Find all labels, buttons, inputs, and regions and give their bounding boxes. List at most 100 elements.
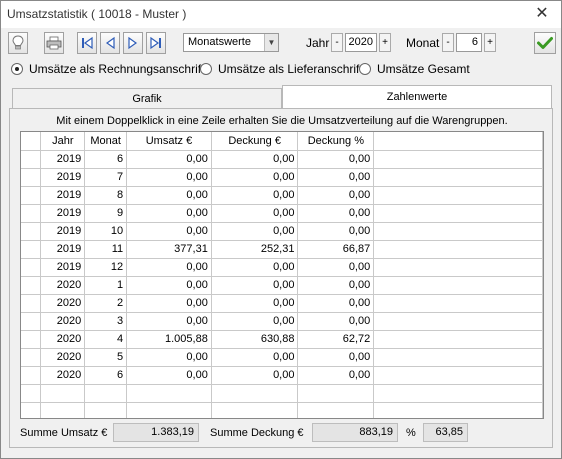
confirm-button[interactable] [534, 32, 556, 54]
radio-selected-icon [11, 63, 23, 75]
table-cell [40, 384, 86, 403]
table-cell-empty [373, 186, 543, 205]
table-cell: 0,00 [211, 366, 299, 385]
row-indicator[interactable] [21, 402, 42, 418]
table-cell: 0,00 [126, 348, 212, 367]
year-increment-button[interactable]: + [379, 33, 391, 52]
row-indicator[interactable] [21, 186, 42, 205]
print-button[interactable] [44, 32, 64, 54]
table-row[interactable]: 2019 10 0,00 0,00 0,00 [21, 222, 543, 241]
table-row[interactable]: 2019 6 0,00 0,00 0,00 [21, 150, 543, 169]
table-cell: 2019 [40, 222, 86, 241]
table-cell-empty [373, 204, 543, 223]
table-cell [211, 384, 299, 403]
close-icon[interactable]: ✕ [531, 4, 553, 24]
column-header-umsatz[interactable]: Umsatz € [126, 132, 212, 151]
last-record-button[interactable] [146, 32, 166, 54]
table-row[interactable]: 2020 3 0,00 0,00 0,00 [21, 312, 543, 331]
column-header-empty [373, 132, 543, 151]
table-cell: 0,00 [126, 222, 212, 241]
table-cell: 0,00 [297, 186, 375, 205]
table-cell: 9 [84, 204, 128, 223]
table-cell-empty [373, 312, 543, 331]
table-cell: 2019 [40, 240, 86, 259]
chevron-down-icon[interactable]: ▼ [264, 34, 278, 51]
table-row[interactable]: 2019 12 0,00 0,00 0,00 [21, 258, 543, 277]
row-indicator-header [21, 132, 42, 151]
table-cell: 630,88 [211, 330, 299, 349]
table-row[interactable]: 2019 7 0,00 0,00 0,00 [21, 168, 543, 187]
tab-zahlenwerte[interactable]: Zahlenwerte [282, 85, 552, 110]
mode-select[interactable]: Monatswerte ▼ [183, 33, 279, 52]
year-label: Jahr [306, 36, 330, 50]
column-header-jahr[interactable]: Jahr [40, 132, 86, 151]
row-indicator[interactable] [21, 312, 42, 331]
table-cell: 0,00 [297, 222, 375, 241]
radio-unselected-icon [200, 63, 212, 75]
row-indicator[interactable] [21, 240, 42, 259]
row-indicator[interactable] [21, 276, 42, 295]
table-cell: 0,00 [126, 294, 212, 313]
table-cell [126, 402, 212, 418]
statistics-window: Umsatzstatistik ( 10018 - Muster ) ✕ Mon… [0, 0, 562, 459]
tab-grafik[interactable]: Grafik [12, 88, 282, 109]
column-header-deckung[interactable]: Deckung € [211, 132, 299, 151]
table-row[interactable]: 2020 4 1.005,88 630,88 62,72 [21, 330, 543, 349]
next-record-button[interactable] [123, 32, 143, 54]
table-row[interactable]: 2020 5 0,00 0,00 0,00 [21, 348, 543, 367]
row-indicator[interactable] [21, 366, 42, 385]
table-row[interactable]: 2020 2 0,00 0,00 0,00 [21, 294, 543, 313]
table-cell: 3 [84, 312, 128, 331]
row-indicator[interactable] [21, 222, 42, 241]
row-indicator[interactable] [21, 204, 42, 223]
first-record-button[interactable] [77, 32, 97, 54]
table-row[interactable]: 2019 11 377,31 252,31 66,87 [21, 240, 543, 259]
table-row[interactable] [21, 402, 543, 418]
table-cell-empty [373, 330, 543, 349]
radio-lieferanschrift[interactable]: Umsätze als Lieferanschrift [200, 62, 363, 76]
table-row[interactable]: 2020 6 0,00 0,00 0,00 [21, 366, 543, 385]
table-cell: 2019 [40, 186, 86, 205]
row-indicator[interactable] [21, 348, 42, 367]
data-grid[interactable]: Jahr Monat Umsatz € Deckung € Deckung % … [20, 131, 544, 419]
year-input[interactable]: 2020 [345, 33, 377, 52]
radio-gesamt[interactable]: Umsätze Gesamt [359, 62, 470, 76]
table-row[interactable] [21, 384, 543, 403]
radio-rechnungsanschrift[interactable]: Umsätze als Rechnungsanschrift [11, 62, 204, 76]
lightbulb-button[interactable] [8, 32, 28, 54]
row-indicator[interactable] [21, 330, 42, 349]
table-row[interactable]: 2019 9 0,00 0,00 0,00 [21, 204, 543, 223]
row-indicator[interactable] [21, 258, 42, 277]
table-cell: 66,87 [297, 240, 375, 259]
table-row[interactable]: 2020 1 0,00 0,00 0,00 [21, 276, 543, 295]
title-bar: Umsatzstatistik ( 10018 - Muster ) ✕ [1, 1, 561, 28]
year-decrement-button[interactable]: - [331, 33, 343, 52]
month-increment-button[interactable]: + [484, 33, 496, 52]
column-header-deckung-prozent[interactable]: Deckung % [297, 132, 375, 151]
row-indicator[interactable] [21, 294, 42, 313]
table-cell [84, 402, 128, 418]
table-cell-empty [373, 150, 543, 169]
table-cell: 2019 [40, 204, 86, 223]
table-cell: 11 [84, 240, 128, 259]
table-cell: 8 [84, 186, 128, 205]
table-cell: 0,00 [126, 258, 212, 277]
previous-record-button[interactable] [100, 32, 120, 54]
totals-bar: Summe Umsatz € 1.383,19 Summe Deckung € … [10, 421, 554, 445]
radio-unselected-icon [359, 63, 371, 75]
table-cell: 377,31 [126, 240, 212, 259]
row-indicator[interactable] [21, 150, 42, 169]
printer-icon [46, 36, 62, 50]
table-cell: 0,00 [126, 186, 212, 205]
month-decrement-button[interactable]: - [442, 33, 454, 52]
table-cell: 0,00 [211, 276, 299, 295]
table-cell: 2020 [40, 348, 86, 367]
month-input[interactable]: 6 [456, 33, 482, 52]
table-cell: 0,00 [297, 204, 375, 223]
row-indicator[interactable] [21, 168, 42, 187]
deckung-percent-value: 63,85 [423, 423, 468, 442]
row-indicator[interactable] [21, 384, 42, 403]
summe-deckung-value: 883,19 [312, 423, 398, 442]
table-row[interactable]: 2019 8 0,00 0,00 0,00 [21, 186, 543, 205]
column-header-monat[interactable]: Monat [84, 132, 128, 151]
